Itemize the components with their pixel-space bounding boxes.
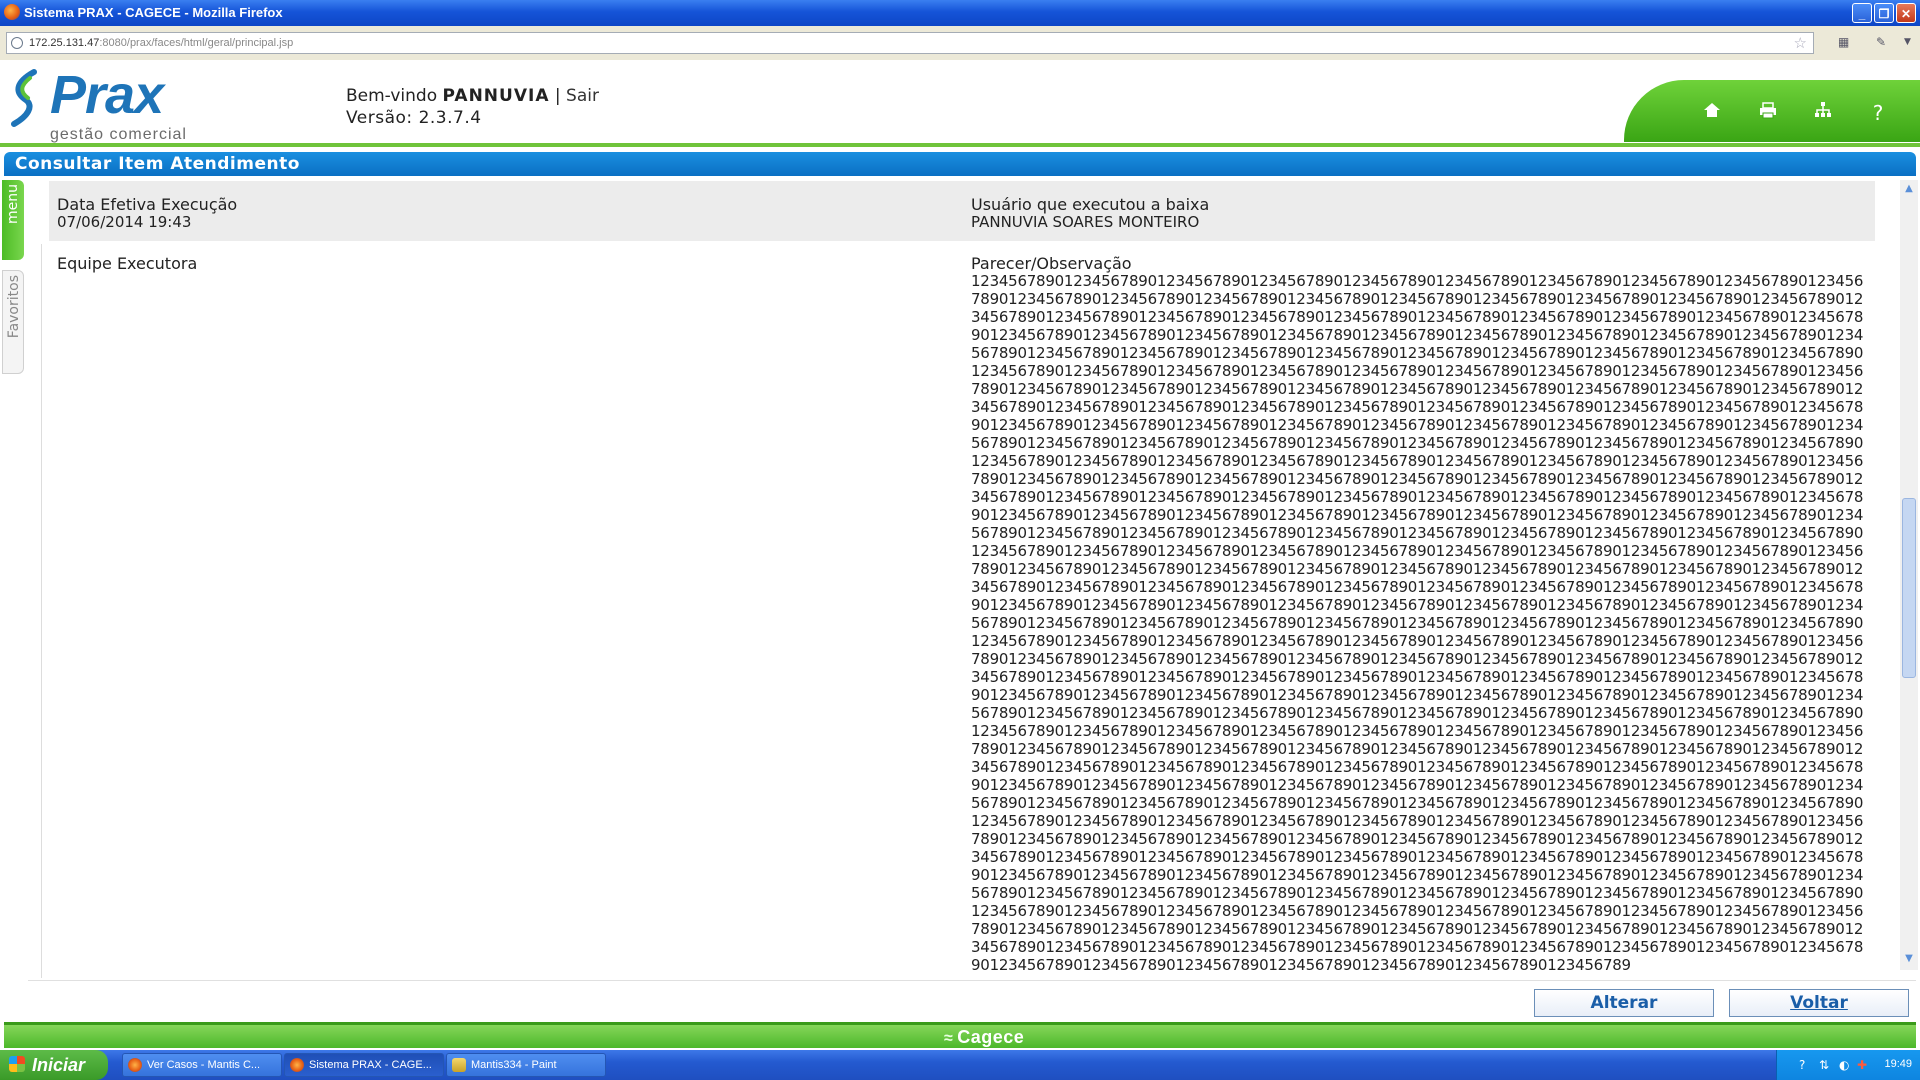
- security-tray-icon[interactable]: ✚: [1857, 1058, 1867, 1072]
- welcome-text: Bem-vindo PANNUVIA | Sair: [346, 86, 599, 106]
- paint-icon: [452, 1058, 466, 1072]
- content-divider: [41, 244, 42, 978]
- start-label: Iniciar: [32, 1055, 86, 1075]
- prax-logo: Prax: [50, 65, 164, 125]
- prax-logo-swoosh-icon: [11, 69, 37, 127]
- logout-link[interactable]: Sair: [566, 86, 599, 106]
- window-title-bar: Sistema PRAX - CAGECE - Mozilla Firefox …: [0, 0, 1920, 26]
- addon-icon[interactable]: ✎: [1876, 35, 1886, 49]
- sitemap-icon[interactable]: [1809, 99, 1837, 127]
- menu-tab-label: menu: [5, 184, 21, 224]
- url-text: 172.25.131.47:8080/prax/faces/html/geral…: [29, 37, 293, 49]
- help-tray-icon[interactable]: ?: [1799, 1058, 1805, 1072]
- url-bar[interactable]: 172.25.131.47:8080/prax/faces/html/geral…: [6, 32, 1814, 54]
- parecer-value: 1234567890123456789012345678901234567890…: [971, 272, 1864, 972]
- antivirus-tray-icon[interactable]: ◐: [1839, 1058, 1849, 1072]
- welcome-prefix: Bem-vindo: [346, 86, 443, 106]
- page-title: Consultar Item Atendimento: [15, 154, 300, 174]
- parecer-label: Parecer/Observação: [971, 254, 1132, 273]
- welcome-separator: |: [549, 86, 567, 106]
- scroll-up-icon[interactable]: ▲: [1902, 182, 1916, 196]
- favorites-tab-label: Favoritos: [6, 275, 22, 339]
- extension-icon[interactable]: ▦: [1838, 35, 1849, 49]
- data-execucao-label: Data Efetiva Execução: [57, 195, 238, 214]
- url-path: :8080/prax/faces/html/geral/principal.js…: [99, 37, 294, 49]
- username: PANNUVIA: [442, 86, 550, 106]
- clock: 19:49: [1884, 1058, 1912, 1070]
- taskbar-item-prax[interactable]: Sistema PRAX - CAGE...: [284, 1053, 444, 1077]
- firefox-icon: [4, 4, 20, 20]
- equipe-label: Equipe Executora: [57, 254, 198, 273]
- menu-side-tab[interactable]: menu: [2, 180, 24, 260]
- system-tray: ? ⇅ ◐ ✚ 19:49: [1776, 1050, 1920, 1080]
- content-scrollbar[interactable]: ▲ ▼: [1900, 180, 1918, 970]
- taskbar-item-mantis[interactable]: Ver Casos - Mantis C...: [122, 1053, 282, 1077]
- browser-toolbar: 172.25.131.47:8080/prax/faces/html/geral…: [0, 26, 1920, 61]
- scroll-thumb[interactable]: [1902, 498, 1916, 678]
- data-execucao-value: 07/06/2014 19:43: [57, 213, 192, 231]
- voltar-button[interactable]: Voltar: [1729, 989, 1909, 1017]
- usuario-value: PANNUVIA SOARES MONTEIRO: [971, 213, 1200, 231]
- taskbar: Iniciar Ver Casos - Mantis C... Sistema …: [0, 1050, 1920, 1080]
- window-title: Sistema PRAX - CAGECE - Mozilla Firefox: [24, 5, 283, 20]
- help-icon[interactable]: ?: [1864, 99, 1892, 127]
- home-icon[interactable]: [1698, 99, 1726, 127]
- section-header: Consultar Item Atendimento: [4, 152, 1916, 176]
- network-tray-icon[interactable]: ⇅: [1819, 1058, 1829, 1072]
- firefox-icon: [128, 1058, 142, 1072]
- app-footer: ≈ Cagece: [4, 1022, 1916, 1048]
- dropdown-arrow-icon[interactable]: ▼: [1904, 37, 1911, 47]
- cagece-brand: Cagece: [957, 1027, 1025, 1047]
- task-label: Ver Casos - Mantis C...: [147, 1059, 261, 1071]
- minimize-button[interactable]: _: [1852, 3, 1872, 23]
- task-label: Mantis334 - Paint: [471, 1059, 557, 1071]
- maximize-button[interactable]: ❐: [1874, 3, 1894, 23]
- voltar-label: Voltar: [1790, 993, 1848, 1013]
- main-content: Data Efetiva Execução 07/06/2014 19:43 U…: [28, 178, 1908, 980]
- task-label: Sistema PRAX - CAGE...: [309, 1059, 432, 1071]
- action-bar: Alterar Voltar: [28, 980, 1916, 1021]
- usuario-label: Usuário que executou a baixa: [971, 195, 1210, 214]
- cagece-logo: ≈ Cagece: [944, 1027, 1024, 1048]
- favorites-side-tab[interactable]: Favoritos: [2, 270, 24, 374]
- print-icon[interactable]: [1754, 99, 1782, 127]
- bookmark-star-icon[interactable]: ☆: [1794, 34, 1807, 52]
- header-divider: [0, 143, 1920, 147]
- details-row: [49, 181, 1875, 241]
- taskbar-item-paint[interactable]: Mantis334 - Paint: [446, 1053, 606, 1077]
- site-identity-icon[interactable]: [11, 37, 23, 49]
- version-text: Versão: 2.3.7.4: [346, 108, 482, 128]
- close-button[interactable]: ✕: [1896, 3, 1916, 23]
- windows-logo-icon: [9, 1056, 25, 1072]
- url-host: 172.25.131.47: [29, 37, 100, 49]
- prax-logo-subtitle: gestão comercial: [50, 126, 187, 143]
- scroll-down-icon[interactable]: ▼: [1902, 952, 1916, 966]
- firefox-icon: [290, 1058, 304, 1072]
- start-button[interactable]: Iniciar: [0, 1050, 108, 1080]
- cagece-wave-icon: ≈: [944, 1030, 954, 1047]
- alterar-button[interactable]: Alterar: [1534, 989, 1714, 1017]
